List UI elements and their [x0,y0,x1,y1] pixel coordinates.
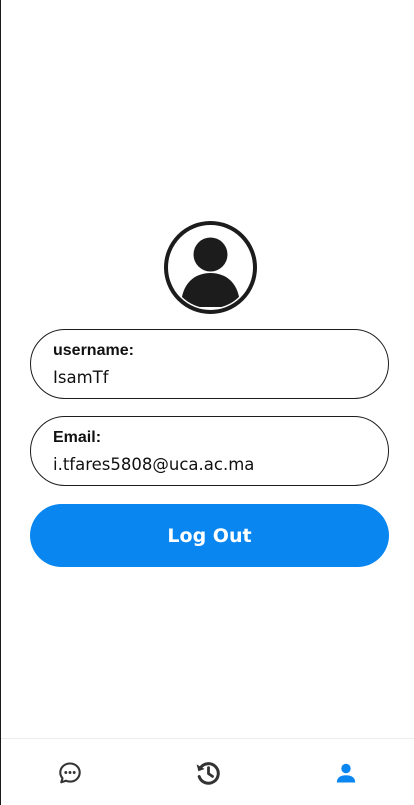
nav-item-profile[interactable] [277,739,414,805]
username-value: IsamTf [53,368,109,387]
email-field: Email: i.tfares5808@uca.ac.ma [30,416,389,486]
email-value: i.tfares5808@uca.ac.ma [53,455,255,474]
history-icon [194,759,222,787]
nav-item-history[interactable] [139,739,277,805]
bottom-navigation-bar [1,738,414,805]
person-icon [335,762,357,784]
nav-item-chat[interactable] [1,739,139,805]
username-label: username: [53,342,134,359]
username-field: username: IsamTf [30,329,389,399]
email-label: Email: [53,429,102,446]
chat-bubble-icon [58,761,82,785]
profile-screen: username: IsamTf Email: i.tfares5808@uca… [0,0,414,805]
logout-button[interactable]: Log Out [30,504,389,567]
user-avatar-icon [164,221,257,314]
